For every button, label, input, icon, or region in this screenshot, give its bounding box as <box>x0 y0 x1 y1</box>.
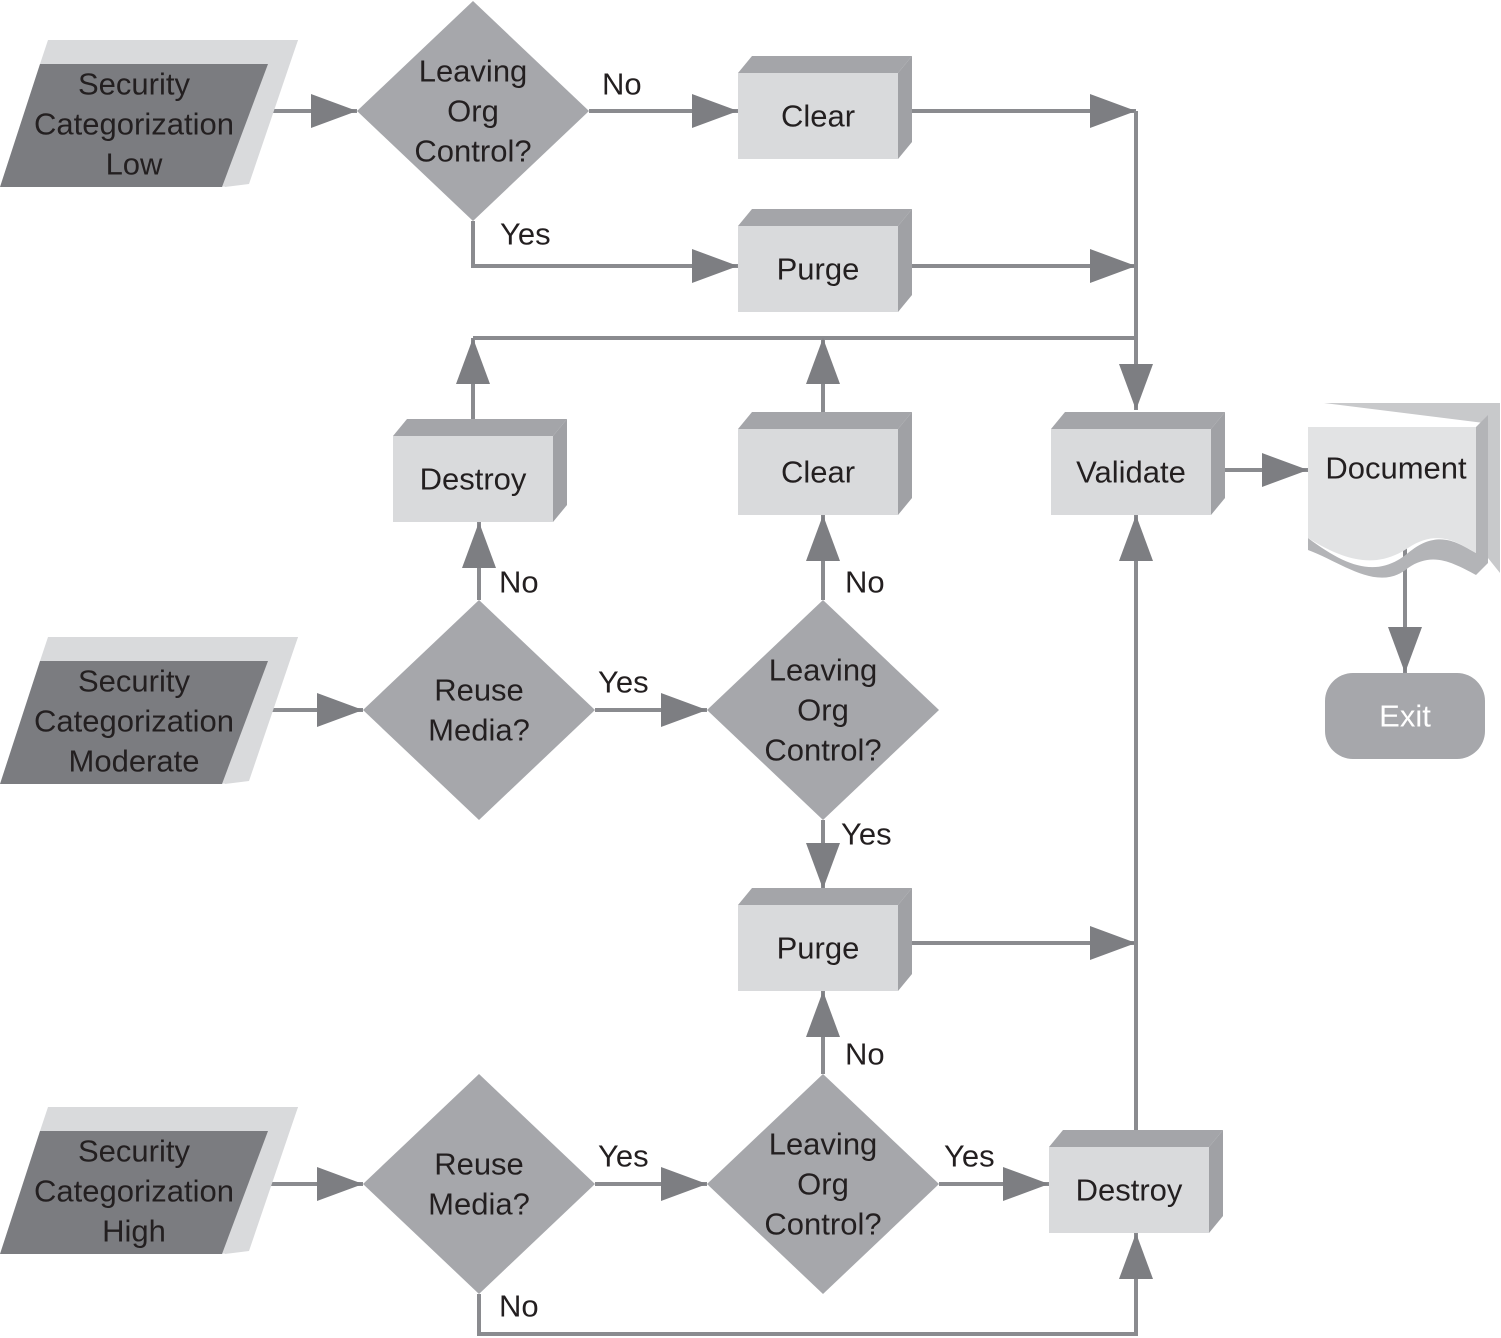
node-clear-low: Clear <box>738 56 912 159</box>
arrowhead <box>1262 453 1308 487</box>
arrowhead <box>806 991 840 1037</box>
node-label: Media? <box>428 1187 530 1222</box>
node-d-low-leaving: Leaving Org Control? <box>357 1 589 221</box>
arrowhead <box>456 338 490 384</box>
edge-label-yes: Yes <box>500 217 551 252</box>
node-label: Security <box>78 664 190 699</box>
arrowhead <box>1119 364 1153 410</box>
node-sec-high: Security Categorization High <box>0 1107 298 1254</box>
arrowhead <box>317 1167 363 1201</box>
node-label: Security <box>78 1134 190 1169</box>
node-label: Purge <box>777 931 860 966</box>
node-label: Clear <box>781 455 855 490</box>
node-label: Org <box>447 94 499 129</box>
edge-label-no: No <box>845 1037 885 1072</box>
node-label: Control? <box>414 134 531 169</box>
node-label: Destroy <box>1076 1173 1183 1208</box>
document-face <box>1308 427 1476 561</box>
node-sec-low: Security Categorization Low <box>0 40 298 187</box>
node-d-mod-leaving: Leaving Org Control? <box>707 600 939 820</box>
box-bevel-top <box>1049 1130 1223 1147</box>
arrowhead <box>1119 515 1153 561</box>
node-label: Org <box>797 693 849 728</box>
node-d-mod-reuse: Reuse Media? <box>363 600 595 820</box>
node-label: Categorization <box>34 704 234 739</box>
edge-label-no: No <box>499 565 539 600</box>
sanitization-flowchart: Security Categorization Low Security Categor… <box>0 1 1500 1336</box>
box-bevel-top <box>393 419 567 436</box>
node-d-high-reuse: Reuse Media? <box>363 1074 595 1294</box>
shapes-layer: Security Categorization Low Security Categor… <box>0 1 1500 1294</box>
arrowhead <box>692 249 738 283</box>
node-label: Exit <box>1379 699 1431 734</box>
node-label: Categorization <box>34 107 234 142</box>
node-destroy-mod: Destroy <box>393 419 567 522</box>
box-bevel-top <box>738 209 912 226</box>
edge-label-no: No <box>499 1289 539 1324</box>
box-bevel-top <box>738 888 912 905</box>
box-bevel-side <box>1211 412 1225 515</box>
box-bevel-top <box>738 56 912 73</box>
edge-label-yes: Yes <box>944 1139 995 1174</box>
edge-label-yes: Yes <box>841 817 892 852</box>
node-label: High <box>102 1214 166 1249</box>
edge-label-yes: Yes <box>598 1139 649 1174</box>
node-label: Security <box>78 67 190 102</box>
node-label: Leaving <box>769 653 878 688</box>
box-bevel-side <box>1209 1130 1223 1233</box>
arrowhead <box>317 693 363 727</box>
node-label: Control? <box>764 1207 881 1242</box>
decision-diamond <box>363 1074 595 1294</box>
node-label: Reuse <box>434 673 524 708</box>
arrowhead <box>806 515 840 561</box>
node-d-high-leaving: Leaving Org Control? <box>707 1074 939 1294</box>
node-label: Reuse <box>434 1147 524 1182</box>
node-label: Leaving <box>419 54 528 89</box>
node-label: Validate <box>1076 455 1186 490</box>
arrowhead <box>806 843 840 889</box>
node-destroy-high: Destroy <box>1049 1130 1223 1233</box>
arrowhead <box>692 94 738 128</box>
node-validate: Validate <box>1051 412 1225 515</box>
decision-diamond <box>363 600 595 820</box>
arrowhead <box>1090 94 1136 128</box>
node-label: Moderate <box>69 744 200 779</box>
node-exit: Exit <box>1325 673 1485 759</box>
node-clear-mod: Clear <box>738 412 912 515</box>
arrowhead <box>1003 1167 1049 1201</box>
box-bevel-top <box>738 412 912 429</box>
node-label: Control? <box>764 733 881 768</box>
node-purge-low: Purge <box>738 209 912 312</box>
edge-label-no: No <box>602 67 642 102</box>
arrowhead <box>1119 1233 1153 1279</box>
node-label: Low <box>106 147 163 182</box>
arrowhead <box>462 522 496 568</box>
arrowhead <box>1090 926 1136 960</box>
node-label: Categorization <box>34 1174 234 1209</box>
edge-label-no: No <box>845 565 885 600</box>
box-bevel-side <box>898 209 912 312</box>
arrowhead <box>1388 627 1422 673</box>
node-label: Leaving <box>769 1127 878 1162</box>
node-label: Org <box>797 1167 849 1202</box>
arrowhead <box>661 1167 707 1201</box>
box-bevel-top <box>1051 412 1225 429</box>
arrowhead <box>661 693 707 727</box>
arrowhead <box>311 94 357 128</box>
node-label: Document <box>1325 451 1467 486</box>
arrowhead <box>806 338 840 384</box>
box-bevel-side <box>898 888 912 991</box>
node-label: Media? <box>428 713 530 748</box>
node-label: Purge <box>777 252 860 287</box>
document-middle-page <box>1476 415 1488 575</box>
node-label: Clear <box>781 99 855 134</box>
node-sec-mod: Security Categorization Moderate <box>0 637 298 784</box>
node-purge-mid: Purge <box>738 888 912 991</box>
arrowhead <box>1090 249 1136 283</box>
box-bevel-side <box>898 412 912 515</box>
edge-label-yes: Yes <box>598 665 649 700</box>
box-bevel-side <box>553 419 567 522</box>
box-bevel-side <box>898 56 912 159</box>
node-label: Destroy <box>420 462 527 497</box>
